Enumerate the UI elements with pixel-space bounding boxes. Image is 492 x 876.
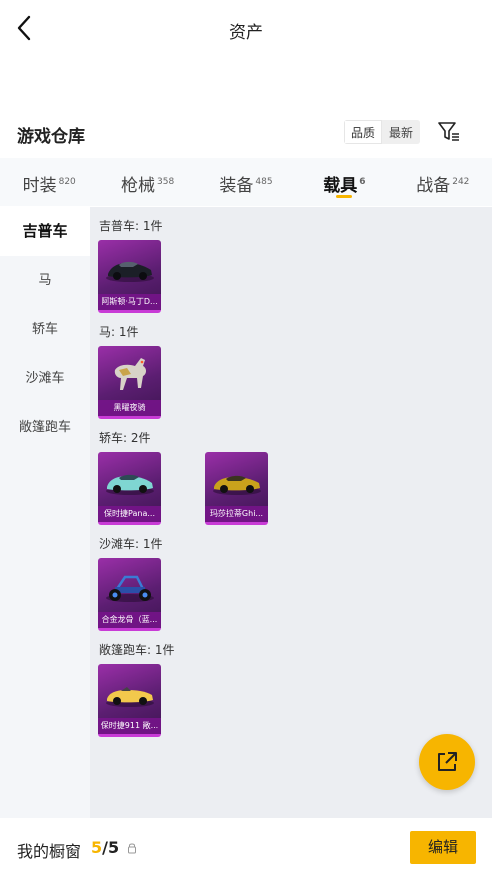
sort-toggle: 品质 最新 [344, 120, 421, 144]
page-title: 资产 [229, 23, 263, 43]
item-name: 保时捷Pana... [98, 506, 161, 522]
subcategory-sidebar: 吉普车 马 轿车 沙滩车 敞篷跑车 [0, 207, 90, 818]
group-label-horse: 马: 1件 [99, 325, 139, 339]
group-label-sedan: 轿车: 2件 [99, 431, 151, 445]
tab-fashion[interactable]: 时装 820 [0, 158, 98, 206]
item-card[interactable]: 玛莎拉蒂Ghi... [205, 452, 268, 525]
item-card[interactable]: 阿斯顿·马丁D... [98, 240, 161, 313]
tab-label: 时装 [22, 176, 57, 196]
showcase-count: 5/5 [91, 838, 119, 857]
item-name: 阿斯顿·马丁D... [98, 294, 161, 310]
item-name: 黑曜夜骑 [98, 400, 161, 416]
tab-label: 载具 [323, 176, 358, 196]
yellow-convertible-icon [101, 668, 158, 716]
tab-count: 6 [359, 177, 366, 187]
share-float-button[interactable] [419, 734, 475, 790]
item-name: 玛莎拉蒂Ghi... [205, 506, 268, 522]
sidebar-item-horse[interactable]: 马 [0, 256, 90, 305]
sidebar-item-jeep[interactable]: 吉普车 [0, 207, 90, 256]
edit-button[interactable]: 编辑 [410, 831, 476, 864]
active-tab-indicator [336, 195, 353, 198]
tab-vehicles[interactable]: 载具 6 [295, 158, 393, 206]
sidebar-item-sedan[interactable]: 轿车 [0, 305, 90, 354]
tab-count: 485 [255, 177, 273, 187]
tab-count: 242 [452, 177, 470, 187]
showcase-total: /5 [102, 838, 120, 857]
sidebar-item-convertible[interactable]: 敞篷跑车 [0, 403, 90, 452]
sidebar-item-beach-buggy[interactable]: 沙滩车 [0, 354, 90, 403]
dark-sports-car-icon [101, 244, 158, 292]
showcase-current: 5 [91, 838, 103, 857]
bottom-bar: 我的橱窗 5/5 编辑 [0, 818, 492, 876]
teal-car-icon [101, 456, 158, 504]
sort-latest-button[interactable]: 最新 [382, 120, 421, 144]
tab-label: 枪械 [121, 176, 156, 196]
item-grid: 吉普车: 1件 阿斯顿·马丁D... 马: 1件 黑曜夜骑 轿车: 2件 保时捷… [90, 207, 492, 818]
item-card[interactable]: 合金龙骨（蓝... [98, 558, 161, 631]
tab-supplies[interactable]: 战备 242 [394, 158, 492, 206]
group-label-jeep: 吉普车: 1件 [99, 219, 163, 233]
group-label-beach-buggy: 沙滩车: 1件 [99, 537, 163, 551]
top-bar: 资产 [0, 0, 492, 58]
filter-button[interactable] [436, 119, 462, 145]
tab-firearms[interactable]: 枪械 358 [98, 158, 196, 206]
tab-equipment[interactable]: 装备 485 [197, 158, 295, 206]
warehouse-title: 游戏仓库 [17, 127, 85, 147]
showcase-label: 我的橱窗 [17, 842, 82, 861]
item-card[interactable]: 保时捷911 敞... [98, 664, 161, 737]
filter-icon [438, 122, 459, 141]
item-card[interactable]: 保时捷Pana... [98, 452, 161, 525]
category-tabs: 时装 820 枪械 358 装备 485 载具 6 战备 242 [0, 158, 492, 206]
item-name: 保时捷911 敞... [98, 718, 161, 734]
gold-car-icon [208, 456, 265, 504]
tab-count: 820 [58, 177, 76, 187]
horse-icon [101, 350, 158, 398]
tab-count: 358 [157, 177, 175, 187]
external-link-icon [438, 752, 457, 771]
lock-icon [128, 843, 136, 854]
sort-quality-button[interactable]: 品质 [344, 120, 383, 144]
item-card[interactable]: 黑曜夜骑 [98, 346, 161, 419]
item-name: 合金龙骨（蓝... [98, 612, 161, 628]
tab-label: 装备 [219, 176, 254, 196]
tab-label: 战备 [416, 176, 451, 196]
group-label-convertible: 敞篷跑车: 1件 [99, 643, 175, 657]
buggy-icon [101, 562, 158, 610]
